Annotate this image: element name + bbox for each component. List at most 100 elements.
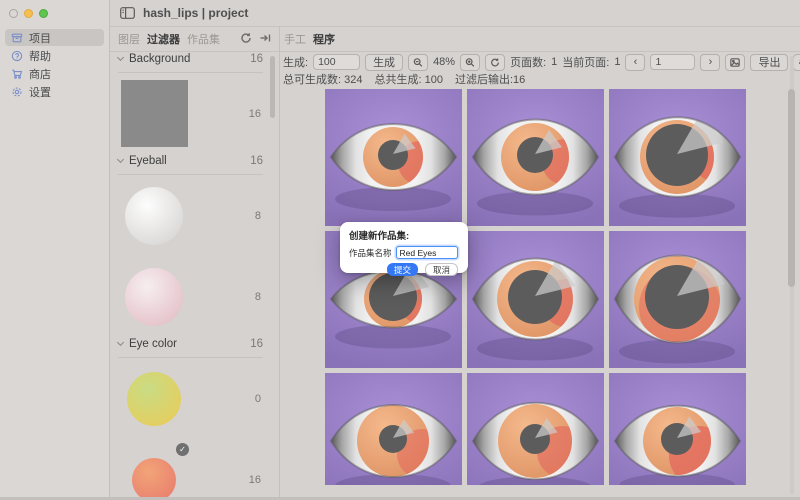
help-icon (10, 49, 23, 62)
generation-stats: 总可生成数: 324 总共生成: 100 过滤后输出:16 (280, 72, 800, 86)
generated-image-tile[interactable] (467, 89, 604, 226)
zoom-level-value: 48% (433, 56, 455, 68)
generated-image-tile[interactable] (467, 231, 604, 368)
app-window: 项目帮助商店设置 hash_lips | project 图层过滤器作品集 手工… (0, 0, 800, 500)
current-page-label: 当前页面: (562, 54, 609, 70)
cancel-button[interactable]: 取消 (425, 263, 458, 276)
trait-count: 8 (255, 210, 261, 222)
section-count: 16 (250, 155, 263, 167)
sidebar-item-label: 帮助 (29, 48, 51, 64)
layer-trait-item[interactable]: 8 (110, 175, 279, 256)
create-collection-dialog: 创建新作品集: 作品集名称 提交 取消 (340, 222, 468, 273)
layers-panel-scrollbar[interactable] (270, 56, 275, 118)
layer-section-header[interactable]: Eye color16 (118, 343, 263, 358)
section-name: Eyeball (129, 155, 167, 167)
main-tabs: 手工程序 (280, 27, 800, 52)
layer-section-header[interactable]: Background16 (118, 58, 263, 73)
chevron-down-icon (117, 155, 124, 162)
current-page-value: 1 (614, 56, 620, 68)
tab-手工[interactable]: 手工 (284, 31, 306, 47)
sidebar-item-label: 设置 (29, 84, 51, 100)
sidebar-nav: 项目帮助商店设置 (0, 28, 109, 101)
tab-过滤器[interactable]: 过滤器 (147, 31, 180, 47)
layer-trait-item[interactable]: 0 (110, 358, 279, 439)
sidebar-item-store-cart[interactable]: 商店 (5, 65, 104, 82)
tab-程序[interactable]: 程序 (313, 31, 335, 47)
layer-trait-item[interactable]: ✓ 16 (110, 439, 279, 500)
eye-artwork (609, 373, 746, 485)
prev-page-button[interactable]: ‹ (625, 54, 645, 71)
sidebar-item-settings-gear[interactable]: 设置 (5, 83, 104, 100)
generate-count-input[interactable] (313, 54, 360, 70)
generated-image-tile[interactable] (609, 373, 746, 485)
selected-check-icon: ✓ (176, 443, 189, 456)
eye-artwork (467, 373, 604, 485)
minimize-window-button[interactable] (24, 9, 33, 18)
generated-image-tile[interactable] (609, 89, 746, 226)
trait-thumbnail-sphere (132, 458, 176, 500)
next-page-button[interactable]: › (700, 54, 720, 71)
layers-panel-tabs: 图层过滤器作品集 (110, 27, 280, 52)
generated-image-tile[interactable] (325, 373, 462, 485)
section-name: Background (129, 53, 190, 65)
sidebar-item-help[interactable]: 帮助 (5, 47, 104, 64)
filters-layer-list: Background1616Eyeball1688Eye color160✓16 (110, 52, 280, 500)
trait-thumbnail-sphere (125, 268, 183, 326)
eye-artwork (609, 89, 746, 226)
zoom-out-button[interactable] (408, 54, 428, 71)
sidebar-item-project-box[interactable]: 项目 (5, 29, 104, 46)
refresh-panel-icon[interactable] (240, 32, 252, 47)
export-button[interactable]: 导出 (750, 54, 788, 71)
chevron-down-icon (117, 338, 124, 345)
layer-trait-item[interactable]: 16 (110, 73, 279, 154)
eye-artwork (325, 89, 462, 226)
zoom-window-button[interactable] (39, 9, 48, 18)
generated-image-tile[interactable] (609, 231, 746, 368)
export-images-icon-button[interactable] (725, 54, 745, 71)
generated-image-tile[interactable] (467, 373, 604, 485)
layer-section-header[interactable]: Eyeball16 (118, 160, 263, 175)
zoom-in-button[interactable] (460, 54, 480, 71)
collapse-panel-icon[interactable] (259, 32, 271, 47)
settings-gear-icon (10, 85, 23, 98)
trait-count: 8 (255, 291, 261, 303)
pages-label: 页面数: (510, 54, 546, 70)
generated-images-canvas (280, 86, 800, 485)
chevron-down-icon (117, 53, 124, 60)
tab-作品集[interactable]: 作品集 (187, 31, 220, 47)
eye-artwork (325, 373, 462, 485)
eye-artwork (467, 231, 604, 368)
eye-artwork (609, 231, 746, 368)
collection-name-label: 作品集名称 (349, 247, 392, 259)
pages-value: 1 (551, 56, 557, 68)
stat-filtered-output: 过滤后输出:16 (455, 71, 525, 87)
stat-total-possible: 总可生成数: 324 (283, 71, 362, 87)
eye-artwork (467, 89, 604, 226)
sidebar-item-label: 项目 (29, 30, 51, 46)
trait-count: 16 (249, 108, 261, 120)
trait-thumbnail-square (121, 80, 188, 147)
section-count: 16 (250, 338, 263, 350)
close-window-button[interactable] (9, 9, 18, 18)
generator-toolbar: 生成: 生成 48% 页面数: 1 当前页面: 1 ‹ › 导出 (280, 52, 800, 72)
window-title: hash_lips | project (143, 6, 248, 20)
tab-图层[interactable]: 图层 (118, 31, 140, 47)
trait-count: 16 (249, 474, 261, 486)
generated-image-tile[interactable] (325, 89, 462, 226)
submit-button[interactable]: 提交 (387, 263, 418, 276)
generate-button[interactable]: 生成 (365, 54, 403, 71)
layer-trait-item[interactable]: 8 (110, 256, 279, 337)
settings-gear-button[interactable] (793, 54, 800, 71)
main-scrollbar[interactable] (788, 89, 795, 287)
refresh-preview-button[interactable] (485, 54, 505, 71)
app-sidebar: 项目帮助商店设置 (0, 0, 110, 500)
page-number-input[interactable] (650, 54, 695, 70)
section-count: 16 (250, 53, 263, 65)
stat-total-generated: 总共生成: 100 (374, 71, 442, 87)
generate-label: 生成: (283, 54, 308, 70)
trait-thumbnail-sphere (125, 187, 183, 245)
collection-name-input[interactable] (396, 246, 458, 259)
toggle-sidebar-icon[interactable] (120, 7, 135, 19)
section-name: Eye color (129, 338, 177, 350)
sidebar-item-label: 商店 (29, 66, 51, 82)
